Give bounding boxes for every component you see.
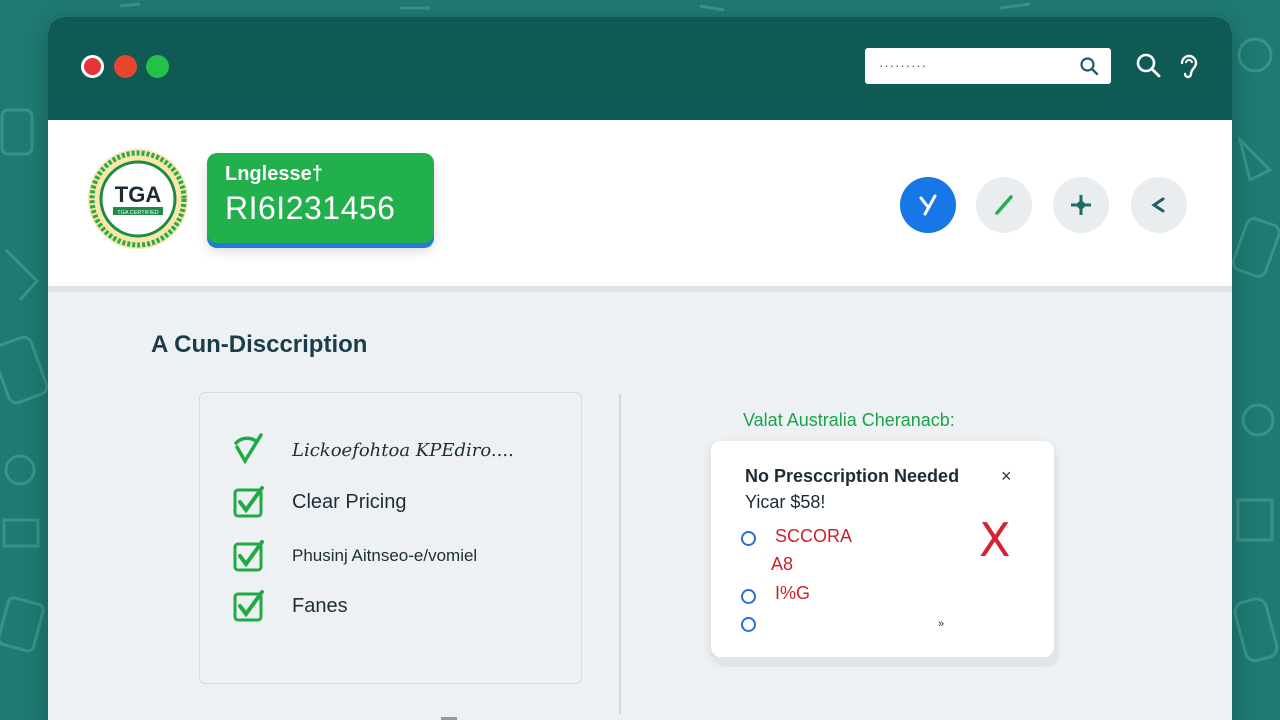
popup-mark: »	[938, 618, 945, 630]
rejected-mark: X	[979, 513, 1011, 567]
option-label: I%G	[775, 583, 811, 603]
popup-close-button[interactable]: ×	[1001, 466, 1012, 487]
add-icon	[1071, 195, 1091, 215]
seal-subtext: TGA CERTIFIED	[117, 210, 158, 216]
option-radio[interactable]	[741, 617, 756, 632]
compare-title: Valat Australia Cheranacb:	[743, 410, 955, 430]
edit-icon	[995, 195, 1013, 215]
feature-label: Phusinj Aitnseo-e/vomiel	[292, 546, 478, 565]
features-card: Lickoefohtoa KPEdiro.... Clear Pricing P…	[199, 392, 582, 684]
popup-title: No Presccription Needed	[745, 466, 960, 486]
search-icon[interactable]	[1134, 51, 1162, 79]
back-icon	[1151, 197, 1165, 213]
browser-window: ········· TGA TGA CERTIFIED Lnglesse† RI…	[48, 17, 1232, 720]
tga-certification-seal: TGA TGA CERTIFIED	[88, 149, 188, 249]
checkmark-icon	[919, 194, 937, 216]
seal-text: TGA	[115, 182, 162, 207]
add-button[interactable]	[1053, 177, 1109, 233]
check-icon	[233, 590, 264, 622]
feature-item: Clear Pricing	[232, 485, 406, 519]
feature-item: Lickoefohtoa KPEdiro....	[232, 433, 514, 467]
option-label: A8	[771, 554, 794, 574]
confirm-button[interactable]	[900, 177, 956, 233]
check-icon	[233, 486, 264, 518]
feature-label: Fanes	[292, 594, 348, 617]
check-icon	[233, 540, 264, 572]
search-input[interactable]: ·········	[865, 48, 1111, 84]
registration-label: Lnglesse†	[225, 163, 323, 185]
search-icon[interactable]	[1079, 56, 1099, 76]
search-placeholder: ·········	[879, 58, 927, 73]
title-bar: ·········	[48, 17, 1232, 120]
feature-item: Fanes	[232, 589, 348, 623]
registration-number-badge: Lnglesse† RI6I231456	[207, 153, 434, 243]
maximize-window-button[interactable]	[146, 55, 169, 78]
check-icon	[234, 433, 263, 465]
prescription-popup: No Presccription Needed × Yicar $58! SCC…	[711, 441, 1054, 657]
feature-item: Phusinj Aitnseo-e/vomiel	[232, 539, 477, 573]
registration-number: RI6I231456	[225, 190, 396, 226]
back-button[interactable]	[1131, 177, 1187, 233]
minimize-window-button[interactable]	[114, 55, 137, 78]
option-label: SCCORA	[775, 526, 853, 546]
feature-label: Clear Pricing	[292, 490, 407, 513]
option-radio[interactable]	[741, 531, 756, 546]
column-divider	[619, 394, 621, 714]
popup-price: Yicar $58!	[745, 492, 826, 512]
feature-label: Lickoefohtoa KPEdiro....	[292, 439, 514, 461]
edit-button[interactable]	[976, 177, 1032, 233]
section-title: A Cun-Disccription	[151, 331, 368, 358]
header-divider	[48, 286, 1232, 292]
close-window-button[interactable]	[81, 55, 104, 78]
option-radio[interactable]	[741, 589, 756, 604]
ear-icon[interactable]	[1174, 51, 1202, 79]
